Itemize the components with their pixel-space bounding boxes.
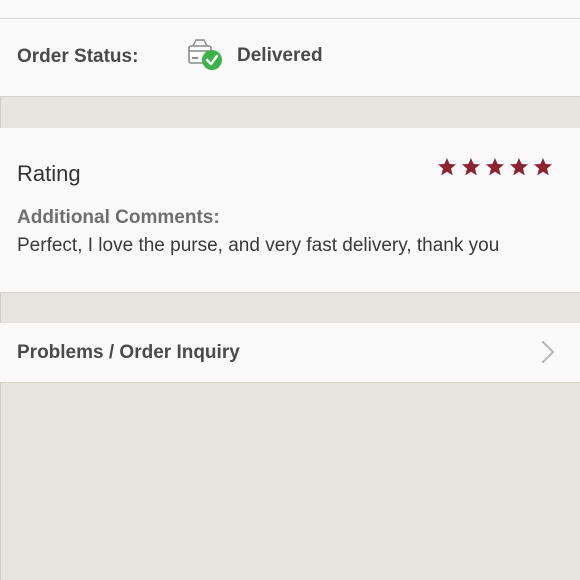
star-rating <box>437 157 553 177</box>
star-icon <box>438 158 456 176</box>
order-status-label: Order Status: <box>17 46 139 67</box>
order-status-value: Delivered <box>237 45 323 66</box>
rating-card: Rating Additional Comments: Perfect, I l… <box>0 128 580 293</box>
rating-title: Rating <box>17 161 81 186</box>
order-inquiry-row[interactable]: Problems / Order Inquiry <box>0 323 580 383</box>
star-icon <box>534 158 552 176</box>
additional-comments-label: Additional Comments: <box>17 207 220 228</box>
order-status-card: Order Status: Delivered <box>0 0 580 97</box>
additional-comments-text: Perfect, I love the purse, and very fast… <box>17 235 500 256</box>
divider <box>0 18 580 19</box>
star-icon <box>510 158 528 176</box>
chevron-right-icon <box>540 340 556 364</box>
package-delivered-icon <box>187 38 225 72</box>
star-icon <box>462 158 480 176</box>
order-inquiry-label: Problems / Order Inquiry <box>17 342 240 363</box>
star-icon <box>486 158 504 176</box>
